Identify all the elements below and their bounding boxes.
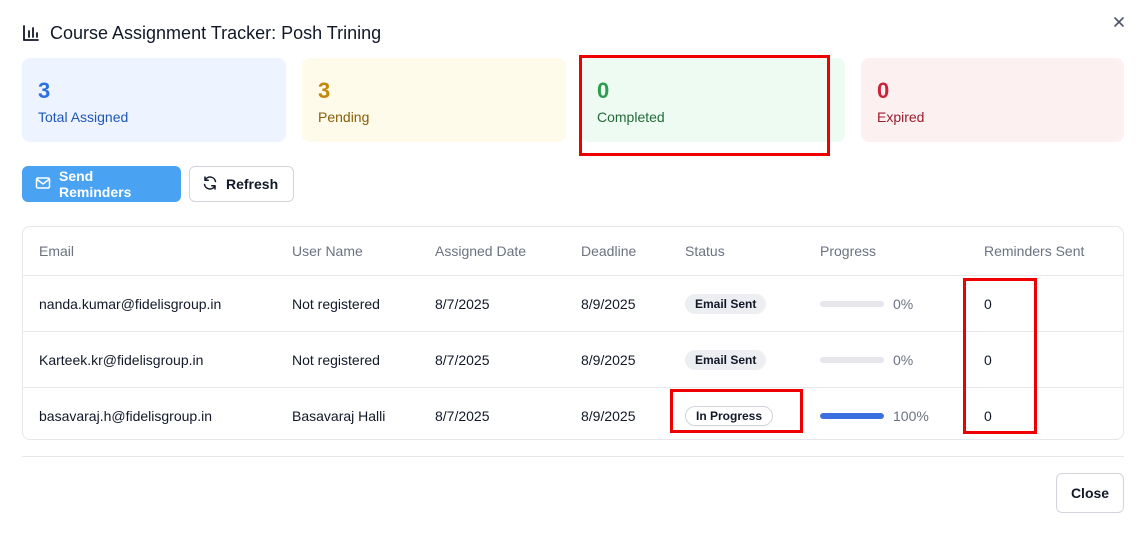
cell-email: basavaraj.h@fidelisgroup.in (39, 407, 212, 424)
progress-label: 100% (893, 407, 929, 424)
action-bar: Send Reminders Refresh (22, 166, 294, 202)
cell-status: Email Sent (669, 331, 804, 388)
column-header-deadline: Deadline (565, 227, 669, 276)
cell-reminders-sent: 0 (968, 331, 1123, 388)
dialog-header: Course Assignment Tracker: Posh Trining (22, 20, 381, 46)
cell-progress: 100% (804, 388, 968, 440)
stat-total-value: 3 (38, 78, 51, 103)
cell-assigned-date: 8/7/2025 (419, 331, 565, 388)
table-header-row: Email User Name Assigned Date Deadline S… (23, 227, 1123, 276)
close-icon[interactable] (1111, 14, 1127, 30)
progress-bar (820, 356, 884, 363)
progress-label: 0% (893, 351, 914, 368)
progress-bar (820, 412, 884, 419)
cell-email: Karteek.kr@fidelisgroup.in (23, 331, 276, 388)
cell-progress: 0% (804, 275, 968, 332)
cell-reminders-sent: 0 (968, 275, 1123, 332)
cell-status: Email Sent (669, 275, 804, 332)
stat-card-expired: 0 Expired (861, 58, 1124, 142)
stat-card-pending: 3 Pending (302, 58, 566, 142)
stat-card-total-assigned: 3 Total Assigned (22, 58, 286, 142)
refresh-icon (202, 175, 218, 194)
cell-deadline: 8/9/2025 (565, 275, 669, 332)
cell-user-name: Not registered (276, 331, 419, 388)
bar-chart-icon (22, 24, 40, 42)
close-button[interactable]: Close (1056, 473, 1124, 513)
cell-email: nanda.kumar@fidelisgroup.in (23, 275, 276, 332)
mail-icon (35, 175, 51, 194)
table-row: nanda.kumar@fidelisgroup.in Not register… (23, 275, 1123, 332)
stat-completed-value: 0 (597, 78, 610, 103)
progress-bar (820, 300, 884, 307)
cell-assigned-date: 8/7/2025 (435, 407, 490, 424)
assignments-table-container: Email User Name Assigned Date Deadline S… (22, 226, 1124, 440)
progress-label: 0% (893, 295, 914, 312)
cell-assigned-date: 8/7/2025 (419, 275, 565, 332)
stat-card-completed: 0 Completed (581, 58, 845, 142)
footer-divider (22, 456, 1124, 457)
assignment-tracker-dialog: Course Assignment Tracker: Posh Trining … (0, 0, 1141, 536)
status-badge: Email Sent (685, 349, 767, 370)
column-header-reminders-sent: Reminders Sent (968, 227, 1123, 276)
send-reminders-label: Send Reminders (59, 168, 132, 200)
table-row: Karteek.kr@fidelisgroup.in Not registere… (23, 331, 1123, 388)
column-header-email: Email (23, 227, 276, 276)
table-row: basavaraj.h@fidelisgroup.in Basavaraj Ha… (23, 388, 1123, 440)
column-header-status: Status (669, 227, 804, 276)
status-badge: Email Sent (685, 293, 767, 314)
stat-total-label: Total Assigned (38, 109, 129, 125)
column-header-assigned-date: Assigned Date (419, 227, 565, 276)
dialog-title: Course Assignment Tracker: Posh Trining (50, 22, 382, 43)
cell-user-name: Not registered (276, 275, 419, 332)
column-header-progress: Progress (804, 227, 968, 276)
assignments-table: Email User Name Assigned Date Deadline S… (23, 227, 1123, 440)
status-badge: In Progress (685, 405, 774, 426)
cell-deadline: 8/9/2025 (581, 407, 636, 424)
cell-user-name: Basavaraj Halli (292, 407, 386, 424)
cell-status: In Progress (669, 388, 804, 440)
progress-fill (820, 412, 884, 419)
stat-expired-label: Expired (877, 109, 925, 125)
stat-pending-value: 3 (318, 78, 331, 103)
send-reminders-button[interactable]: Send Reminders (22, 166, 181, 202)
column-header-user-name: User Name (276, 227, 419, 276)
stats-cards: 3 Total Assigned 3 Pending 0 Completed 0… (22, 58, 1124, 142)
refresh-button[interactable]: Refresh (189, 166, 294, 202)
cell-reminders-sent: 0 (984, 407, 992, 424)
stat-completed-label: Completed (597, 109, 665, 125)
stat-expired-value: 0 (877, 78, 890, 103)
stat-pending-label: Pending (318, 109, 370, 125)
cell-deadline: 8/9/2025 (565, 331, 669, 388)
refresh-label: Refresh (226, 176, 279, 192)
cell-progress: 0% (804, 331, 968, 388)
